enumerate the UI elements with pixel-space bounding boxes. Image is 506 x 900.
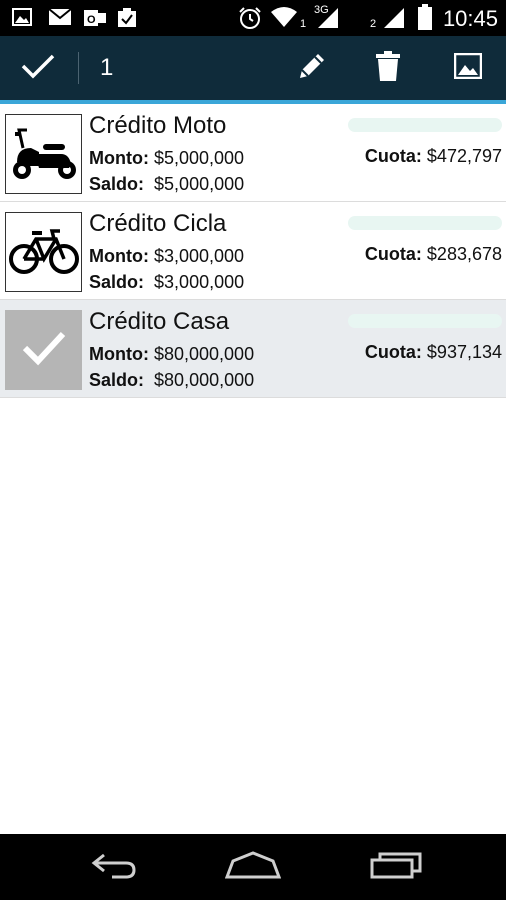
scooter-icon	[9, 122, 79, 187]
cuota-line: Cuota: $937,134	[365, 342, 502, 363]
saldo-line: Saldo: $80,000,000	[89, 370, 254, 391]
home-icon	[224, 850, 282, 884]
monto-label: Monto:	[89, 148, 149, 168]
saldo-label: Saldo:	[89, 370, 145, 390]
recents-button[interactable]	[336, 834, 456, 900]
selected-count: 1	[100, 54, 114, 81]
monto-line: Monto: $5,000,000	[89, 148, 244, 169]
battery-icon	[418, 4, 432, 35]
list-item[interactable]: Crédito Cicla Monto: $3,000,000 Saldo: $…	[0, 202, 506, 300]
monto-line: Monto: $3,000,000	[89, 246, 244, 267]
outlook-icon: O	[84, 8, 106, 33]
cuota-line: Cuota: $283,678	[365, 244, 502, 265]
divider	[78, 52, 79, 84]
monto-label: Monto:	[89, 344, 149, 364]
back-icon	[90, 851, 138, 884]
checkmark-icon	[22, 330, 66, 371]
monto-label: Monto:	[89, 246, 149, 266]
edit-button[interactable]	[280, 36, 344, 100]
monto-value: $80,000,000	[153, 344, 255, 364]
alarm-icon	[238, 6, 262, 35]
list-item[interactable]: Crédito Moto Monto: $5,000,000 Saldo: $5…	[0, 104, 506, 202]
list-item-selected[interactable]: Crédito Casa Monto: $80,000,000 Saldo: $…	[0, 300, 506, 398]
progress-bar	[348, 118, 502, 132]
cuota-label: Cuota:	[364, 342, 422, 362]
recents-icon	[370, 851, 422, 884]
saldo-label: Saldo:	[89, 174, 145, 194]
image-icon	[453, 52, 483, 84]
item-thumbnail[interactable]	[5, 212, 82, 292]
status-bar: O 1 3G 2 10:45	[0, 0, 506, 36]
delete-button[interactable]	[356, 36, 420, 100]
saldo-label: Saldo:	[89, 272, 145, 292]
saldo-value: $5,000,000	[154, 174, 245, 194]
cuota-label: Cuota:	[364, 244, 422, 264]
cuota-line: Cuota: $472,797	[365, 146, 502, 167]
bicycle-icon	[8, 225, 80, 280]
cuota-value: $472,797	[426, 146, 502, 166]
sim2-label: 2	[370, 18, 377, 30]
wifi-icon	[270, 6, 298, 33]
cuota-value: $283,678	[426, 244, 502, 264]
monto-value: $3,000,000	[153, 246, 245, 266]
home-button[interactable]	[193, 834, 313, 900]
sim1-label: 1	[300, 18, 307, 30]
signal-icon	[316, 6, 340, 35]
saldo-value: $80,000,000	[154, 370, 255, 390]
navigation-bar	[0, 834, 506, 900]
item-thumbnail[interactable]	[5, 114, 82, 194]
item-title: Crédito Cicla	[89, 210, 227, 237]
gallery-icon	[12, 8, 32, 31]
progress-bar	[348, 314, 502, 328]
monto-value: $5,000,000	[153, 148, 245, 168]
progress-bar	[348, 216, 502, 230]
edit-icon	[296, 50, 328, 87]
clipboard-icon	[116, 8, 138, 33]
check-icon	[21, 53, 55, 84]
delete-icon	[376, 50, 400, 86]
saldo-line: Saldo: $5,000,000	[89, 174, 244, 195]
signal-icon	[382, 6, 406, 35]
status-time: 10:45	[442, 6, 498, 31]
saldo-line: Saldo: $3,000,000	[89, 272, 244, 293]
back-button[interactable]	[54, 834, 174, 900]
done-button[interactable]	[6, 36, 70, 100]
credit-list: Crédito Moto Monto: $5,000,000 Saldo: $5…	[0, 104, 506, 398]
item-title: Crédito Casa	[89, 308, 230, 335]
item-title: Crédito Moto	[89, 112, 227, 139]
image-button[interactable]	[436, 36, 500, 100]
cuota-label: Cuota:	[364, 146, 422, 166]
email-icon	[48, 8, 72, 31]
saldo-value: $3,000,000	[154, 272, 245, 292]
cuota-value: $937,134	[426, 342, 502, 362]
svg-text:O: O	[87, 14, 96, 26]
item-thumbnail[interactable]	[5, 310, 82, 390]
contextual-action-bar: 1	[0, 36, 506, 104]
monto-line: Monto: $80,000,000	[89, 344, 254, 365]
